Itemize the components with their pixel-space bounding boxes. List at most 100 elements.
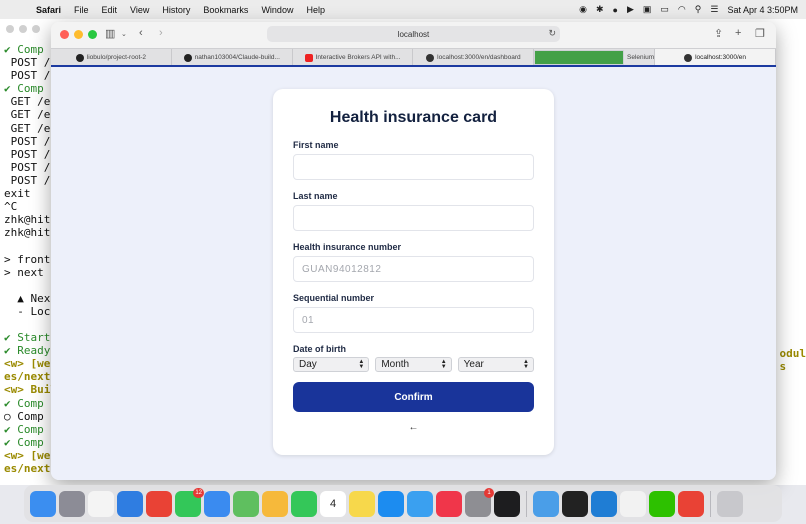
terminal-line: <w> [web [4,357,57,371]
zoom-window-button[interactable] [88,30,97,39]
dock-terminal-icon[interactable] [562,490,588,517]
sidebar-toggle-icon[interactable]: ▥ [105,27,115,40]
menu-view[interactable]: View [130,5,149,15]
dock-news-icon[interactable] [436,490,462,517]
share-icon[interactable]: ⇪ [714,27,723,40]
forward-icon[interactable]: › [159,27,163,39]
dock-preview-icon[interactable] [533,490,559,517]
first-name-input[interactable] [293,154,534,180]
terminal-line: ^C [4,200,18,214]
reload-icon[interactable]: ↻ [548,28,556,39]
tab-localhost-active[interactable]: localhost:3000/en [655,49,776,66]
page-content: Health insurance card First name Last na… [51,67,776,480]
minimize-window-button[interactable] [74,30,83,39]
terminal-line: es/next [4,370,51,384]
terminal-line: zhk@hit [4,213,51,227]
dock-separator [526,490,527,517]
dock-app-store-icon[interactable] [378,490,404,517]
tab-label: nathan103004/Claude-build... [194,54,280,61]
youtube-icon [304,53,313,62]
terminal-line: s [779,360,787,374]
spotlight-icon[interactable]: ⚲ [695,4,702,15]
bluetooth-status-icon[interactable]: ✱ [596,4,604,15]
notification-badge: 12 [193,487,204,498]
dock-reminders-icon[interactable] [88,490,114,517]
site-icon [426,53,435,62]
dock-textedit-icon[interactable] [620,490,646,517]
back-arrow-link[interactable]: ← [273,422,554,433]
dock-calendar-icon[interactable]: 4 [320,490,346,517]
chevron-down-icon[interactable]: ⌄ [121,30,127,38]
menu-help[interactable]: Help [306,5,325,15]
select-arrows-icon: ▲ ▼ [523,358,529,370]
menu-bookmarks[interactable]: Bookmarks [203,5,248,15]
tab-youtube[interactable]: Interactive Brokers API with... [293,49,414,66]
menu-edit[interactable]: Edit [102,5,118,15]
dock-messages-icon[interactable]: 12 [175,487,204,517]
terminal-line: <w> [web [4,448,57,462]
month-select[interactable]: Month ▲ ▼ [375,357,452,372]
confirm-button[interactable]: Confirm [293,382,534,412]
user-status-icon[interactable]: ● [613,5,618,15]
terminal-line: GET /e [4,121,51,135]
tab-github-project[interactable]: liobulo/project-root-2 [51,49,172,66]
dock-activity-icon[interactable] [494,490,520,517]
menu-history[interactable]: History [162,5,190,15]
dock-maps-icon[interactable] [233,490,259,517]
dock-chrome-icon[interactable] [146,490,172,517]
terminal-line: GET /e [4,95,51,109]
health-insurance-number-label: Health insurance number [293,242,402,252]
tab-label: localhost:3000/en/dashboard [437,54,521,61]
address-bar[interactable]: localhost ↻ [267,26,560,42]
sequential-number-input[interactable] [293,307,534,333]
back-icon[interactable]: ‹ [139,27,143,39]
dock-launchpad-icon[interactable] [59,490,85,517]
tab-dashboard[interactable]: localhost:3000/en/dashboard [413,49,535,66]
day-select[interactable]: Day ▲ ▼ [293,357,370,372]
dock-finder-icon[interactable] [30,490,56,517]
browser-toolbar: ▥ ⌄ ‹ › localhost ↻ ⇪ + ❐ [51,22,776,48]
terminal-line: POST / [4,173,51,187]
dock-photos-icon[interactable] [262,490,288,517]
terminal-line: <w> Buil [4,383,57,397]
input-source-icon[interactable]: ▣ [643,4,652,15]
menu-file[interactable]: File [74,5,89,15]
terminal-line: ✔ Comp [4,396,44,410]
terminal-line: POST / [4,147,51,161]
tab-github-claude[interactable]: nathan103004/Claude-build... [172,49,293,66]
dock-system-settings-icon[interactable]: 1 [465,487,494,517]
date-of-birth-label: Date of birth [293,344,346,354]
dock-freeform-icon[interactable] [407,490,433,517]
menu-app-name[interactable]: Safari [36,5,61,15]
year-select-value: Year [463,359,484,370]
dock: 12 4 1 [24,485,782,522]
first-name-label: First name [293,140,339,150]
dock-mail-icon[interactable] [204,490,230,517]
dock-wechat-icon[interactable] [649,490,675,517]
health-insurance-number-input[interactable] [293,256,534,282]
menu-bar: Safari File Edit View History Bookmarks … [0,0,806,19]
safari-window: ▥ ⌄ ‹ › localhost ↻ ⇪ + ❐ liobulo/projec… [51,22,776,480]
dock-facetime-icon[interactable] [291,490,317,517]
play-status-icon[interactable]: ▶ [627,4,634,15]
tab-selenium[interactable]: Selenium [534,49,656,66]
dock-safari-icon[interactable] [117,490,143,517]
dock-trash-icon[interactable] [717,490,743,517]
dock-vscode-icon[interactable] [591,490,617,517]
battery-icon[interactable]: ▭ [660,4,669,15]
wifi-icon[interactable]: ◠ [678,4,686,15]
menu-window[interactable]: Window [261,5,293,15]
year-select[interactable]: Year ▲ ▼ [457,357,534,372]
close-window-button[interactable] [60,30,69,39]
menu-clock[interactable]: Sat Apr 4 3:50PM [727,5,798,15]
control-center-icon[interactable]: ☰ [710,4,718,15]
wechat-status-icon[interactable]: ◉ [579,4,587,15]
dock-chrome-2-icon[interactable] [678,490,704,517]
dock-notes-icon[interactable] [349,490,375,517]
new-tab-icon[interactable]: + [735,27,741,39]
tab-overview-icon[interactable]: ❐ [755,27,765,40]
terminal-line: POST / [4,56,51,70]
last-name-input[interactable] [293,205,534,231]
terminal-line: POST / [4,134,51,148]
